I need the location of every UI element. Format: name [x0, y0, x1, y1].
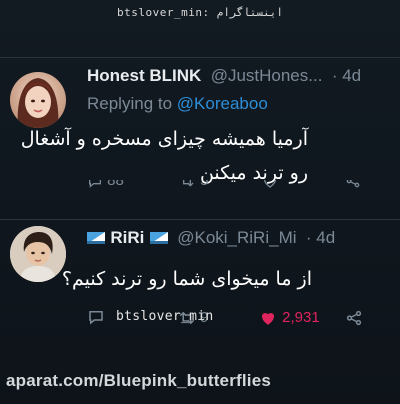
handle[interactable]: @JustHones...: [211, 66, 323, 85]
retweet-button[interactable]: 5: [178, 180, 209, 189]
like-button[interactable]: 2,931: [258, 309, 320, 327]
watermark-stamp: btslover_min: [116, 309, 214, 324]
avatar-image: [10, 72, 66, 128]
reply-icon: [89, 311, 103, 325]
tweet-text-line: آرمیا همیشه چیزای مسخره و آشغال: [20, 128, 308, 150]
display-name[interactable]: RiRi: [110, 228, 144, 247]
share-button[interactable]: [344, 180, 362, 189]
retweet-count: 5: [200, 180, 209, 189]
screen: btslover_min: اینستاگرام Honest BLINK @J…: [0, 0, 400, 404]
timestamp: · 4d: [305, 228, 336, 247]
flag-icon: [87, 228, 110, 248]
flag-icon: [149, 228, 173, 248]
tweet-riri[interactable]: RiRi @Koki_RiRi_Mi · 4d از ما میخوای شما…: [0, 220, 400, 355]
heart-icon: [264, 180, 276, 188]
top-watermark: btslover_min: اینستاگرام: [117, 6, 283, 19]
replying-to-label: Replying to: [87, 94, 173, 113]
replying-to: Replying to @Koreaboo: [87, 94, 268, 114]
avatar[interactable]: [10, 72, 66, 128]
reply-mention-link[interactable]: @Koreaboo: [177, 94, 268, 113]
like-button[interactable]: [262, 180, 278, 189]
reply-icon: [89, 180, 101, 188]
tweet-honest-blink[interactable]: Honest BLINK @JustHones... · 4d Replying…: [0, 58, 400, 220]
tweet-actions: 88 5: [0, 180, 400, 196]
heart-icon: [261, 313, 275, 325]
reply-button[interactable]: 88: [87, 180, 124, 189]
share-icon: [346, 310, 362, 326]
bottom-watermark: aparat.com/Bluepink_butterflies: [6, 371, 272, 390]
tweet-header: Honest BLINK @JustHones... · 4d: [87, 66, 361, 86]
retweet-icon: [183, 180, 194, 187]
reply-count: 88: [107, 180, 124, 189]
like-count: 2,931: [282, 309, 320, 326]
handle[interactable]: @Koki_RiRi_Mi: [177, 228, 296, 247]
share-icon: [346, 180, 360, 188]
reply-button[interactable]: [87, 308, 105, 326]
tweet-header: RiRi @Koki_RiRi_Mi · 4d: [87, 228, 335, 248]
timestamp: · 4d: [331, 66, 362, 85]
display-name[interactable]: Honest BLINK: [87, 66, 201, 85]
tweet-actions: 9 2,931 btslover_min: [0, 306, 400, 330]
tweet-text-line: از ما میخوای شما رو ترند کنیم؟: [61, 268, 312, 290]
share-button[interactable]: [344, 309, 364, 327]
tweet-text: از ما میخوای شما رو ترند کنیم؟: [8, 262, 312, 296]
